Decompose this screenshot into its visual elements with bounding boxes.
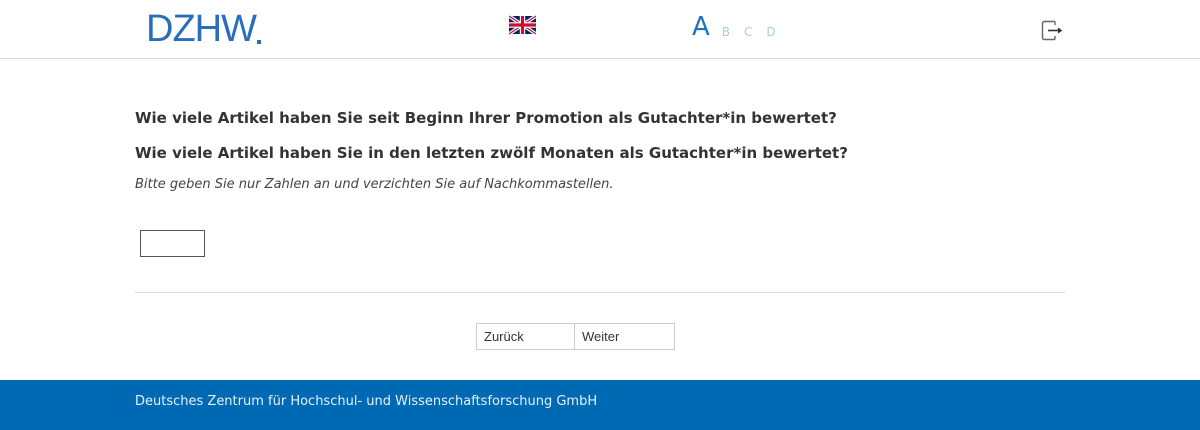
font-size-a[interactable]: A: [692, 12, 710, 42]
question-text-2: Wie viele Artikel haben Sie in den letzt…: [135, 144, 848, 162]
font-size-d[interactable]: D: [766, 22, 775, 42]
answer-number-input[interactable]: [140, 230, 205, 257]
navigation-buttons: Zurück Weiter: [476, 323, 675, 350]
question-text-1: Wie viele Artikel haben Sie seit Beginn …: [135, 109, 837, 127]
font-size-b[interactable]: B: [722, 22, 730, 42]
logo-text: DZHW: [146, 8, 257, 50]
question-hint: Bitte geben Sie nur Zahlen an und verzic…: [135, 177, 614, 192]
footer-text: Deutsches Zentrum für Hochschul- und Wis…: [135, 394, 598, 409]
font-size-switcher: A B C D: [692, 12, 790, 42]
header: DZHW A B C D: [0, 0, 1200, 59]
dzhw-logo[interactable]: DZHW: [146, 8, 261, 48]
uk-flag-icon[interactable]: [509, 15, 536, 35]
font-size-c[interactable]: C: [744, 22, 752, 42]
logout-icon[interactable]: [1041, 20, 1063, 41]
next-button[interactable]: Weiter: [575, 323, 675, 350]
divider: [135, 292, 1065, 293]
back-button[interactable]: Zurück: [476, 323, 575, 350]
logo-dot: [256, 40, 261, 44]
footer: Deutsches Zentrum für Hochschul- und Wis…: [0, 380, 1200, 430]
